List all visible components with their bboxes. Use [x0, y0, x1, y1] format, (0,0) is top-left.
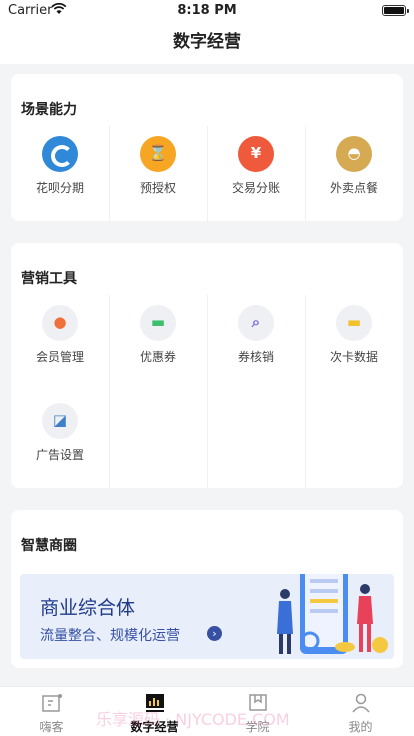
huabei-icon — [42, 136, 78, 172]
page-title: 数字经营 — [0, 22, 414, 64]
item-label: 交易分账 — [231, 181, 280, 195]
member-icon: ● — [42, 305, 78, 341]
ad-settings-icon: ◪ — [42, 403, 78, 439]
marketing-item-ads[interactable]: ◪ 广告设置 — [11, 393, 109, 491]
tab-hike[interactable]: 嗨客 — [0, 687, 103, 736]
circle-card: 智慧商圈 商业综合体 流量整合、规模化运营 › — [11, 510, 403, 668]
tab-label: 嗨客 — [39, 720, 64, 734]
scene-card: 场景能力 花呗分期 ⌛ 预授权 ¥ 交易分账 ◓ 外卖点餐 — [11, 74, 403, 221]
marketing-item-carddata[interactable]: ▬ 次卡数据 — [305, 295, 403, 393]
scene-grid: 花呗分期 ⌛ 预授权 ¥ 交易分账 ◓ 外卖点餐 — [11, 126, 403, 224]
tab-profile[interactable]: 我的 — [309, 687, 412, 736]
watermark: 乐享源码 · NJYCODE.COM — [96, 710, 290, 729]
item-label: 外卖点餐 — [329, 181, 378, 195]
item-label: 花呗分期 — [35, 181, 84, 195]
marketing-grid: ● 会员管理 ▬ 优惠券 ⌕ 券核销 ▬ 次卡数据 ◪ 广告设置 — [11, 295, 403, 491]
marketing-item-coupon[interactable]: ▬ 优惠券 — [109, 295, 207, 393]
scene-item-split[interactable]: ¥ 交易分账 — [207, 126, 305, 224]
status-bar: Carrier 8:18 PM — [0, 0, 414, 22]
marketing-item-member[interactable]: ● 会员管理 — [11, 295, 109, 393]
item-label: 会员管理 — [35, 350, 84, 364]
item-label: 广告设置 — [35, 448, 84, 462]
hourglass-icon: ⌛ — [140, 136, 176, 172]
marketing-card: 营销工具 ● 会员管理 ▬ 优惠券 ⌕ 券核销 ▬ 次卡数据 ◪ 广告设置 — [11, 243, 403, 488]
food-cover-icon: ◓ — [336, 136, 372, 172]
commercial-complex-banner[interactable]: 商业综合体 流量整合、规模化运营 › — [20, 574, 394, 659]
item-label: 预授权 — [139, 181, 176, 195]
hike-icon — [42, 694, 62, 712]
item-label: 券核销 — [237, 350, 274, 364]
marketing-item-verify[interactable]: ⌕ 券核销 — [207, 295, 305, 393]
banner-subtitle: 流量整合、规模化运营 — [40, 628, 180, 644]
battery-icon — [382, 5, 409, 16]
chevron-right-icon: › — [207, 626, 222, 641]
section-title-circle: 智慧商圈 — [21, 538, 77, 554]
item-label: 次卡数据 — [329, 350, 378, 364]
scene-item-preauth[interactable]: ⌛ 预授权 — [109, 126, 207, 224]
business-illustration — [277, 574, 388, 654]
scene-item-huabei[interactable]: 花呗分期 — [11, 126, 109, 224]
banner-title: 商业综合体 — [40, 597, 136, 619]
clock: 8:18 PM — [177, 3, 237, 18]
section-title-marketing: 营销工具 — [21, 271, 77, 287]
card-data-icon: ▬ — [336, 305, 372, 341]
tab-label: 我的 — [348, 720, 373, 734]
coupon-icon: ▬ — [140, 305, 176, 341]
split-bill-icon: ¥ — [238, 136, 274, 172]
coupon-verify-icon: ⌕ — [238, 305, 274, 341]
item-label: 优惠券 — [139, 350, 176, 364]
profile-icon — [352, 693, 370, 713]
scene-item-takeout[interactable]: ◓ 外卖点餐 — [305, 126, 403, 224]
section-title-scene: 场景能力 — [21, 102, 77, 118]
